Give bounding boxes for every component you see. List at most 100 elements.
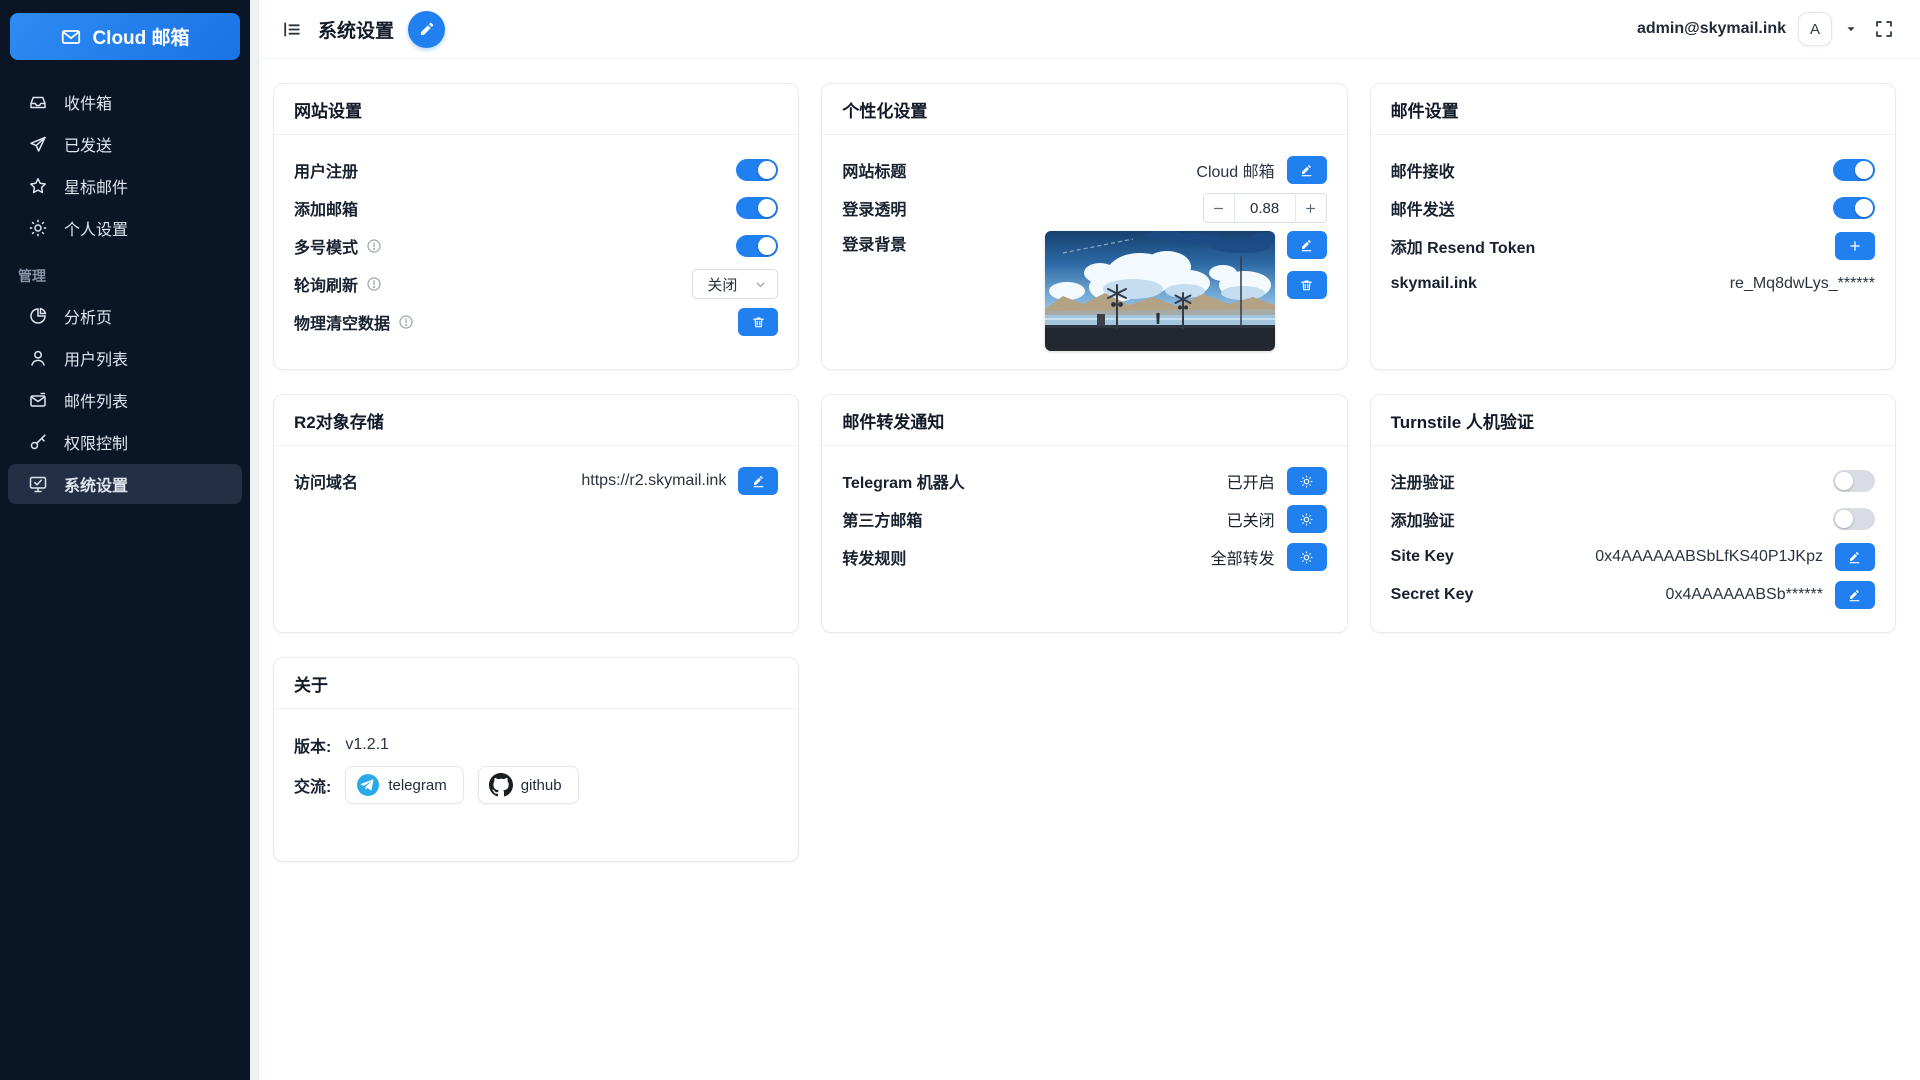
user-icon	[28, 348, 48, 368]
mail-receive-toggle[interactable]	[1833, 159, 1875, 181]
edit-site-title-button[interactable]	[1287, 156, 1327, 184]
content-area: 网站设置 用户注册 添加邮箱	[259, 59, 1920, 1080]
info-icon[interactable]	[366, 238, 382, 254]
card-about: 关于 版本: v1.2.1 交流:	[273, 657, 799, 862]
r2-domain-value: https://r2.skymail.ink	[581, 472, 726, 490]
user-email: admin@skymail.ink	[1637, 20, 1786, 38]
github-link-button[interactable]: github	[478, 766, 579, 804]
about-community-row: 交流: telegram	[294, 765, 778, 805]
main-area: 系统设置 admin@skymail.ink A	[259, 0, 1920, 1080]
sidebar-item-inbox[interactable]: 收件箱	[8, 82, 242, 122]
gear-icon	[1299, 550, 1314, 565]
app-root: Cloud 邮箱 收件箱 已发送	[0, 0, 1920, 1080]
edit-title-button[interactable]	[408, 11, 445, 48]
trash-icon	[1299, 278, 1314, 293]
delete-background-button[interactable]	[1287, 271, 1327, 299]
add-mailbox-toggle[interactable]	[736, 197, 778, 219]
sidebar-item-label: 分析页	[64, 304, 112, 328]
sidebar-item-personal-settings[interactable]: 个人设置	[8, 208, 242, 248]
edit-background-button[interactable]	[1287, 231, 1327, 259]
caret-down-icon[interactable]	[1844, 22, 1858, 36]
settings-row-polling-refresh: 轮询刷新 关闭	[294, 265, 778, 303]
sidebar-item-starred[interactable]: 星标邮件	[8, 166, 242, 206]
sidebar-item-system-settings[interactable]: 系统设置	[8, 464, 242, 504]
sidebar-item-sent[interactable]: 已发送	[8, 124, 242, 164]
card-title: 关于	[274, 658, 798, 709]
secret-key-value: 0x4AAAAAABSb******	[1666, 586, 1823, 604]
third-party-settings-button[interactable]	[1287, 505, 1327, 533]
gear-icon	[1299, 512, 1314, 527]
card-title: 邮件设置	[1371, 84, 1895, 135]
app-logo[interactable]: Cloud 邮箱	[10, 13, 240, 60]
chevron-down-icon	[754, 278, 767, 291]
plus-button[interactable]	[1295, 194, 1326, 222]
site-title-value: Cloud 邮箱	[1196, 158, 1274, 182]
sidebar-item-label: 邮件列表	[64, 388, 128, 412]
telegram-bot-settings-button[interactable]	[1287, 467, 1327, 495]
settings-row-secret-key: Secret Key 0x4AAAAAABSb******	[1391, 576, 1875, 614]
mail-list-icon	[28, 390, 48, 410]
trash-icon	[751, 315, 766, 330]
sidebar: Cloud 邮箱 收件箱 已发送	[0, 0, 250, 1080]
settings-row-user-register: 用户注册	[294, 151, 778, 189]
settings-row-mail-receive: 邮件接收	[1391, 151, 1875, 189]
edit-secret-key-button[interactable]	[1835, 581, 1875, 609]
minus-button[interactable]	[1204, 194, 1235, 222]
add-verify-toggle[interactable]	[1833, 508, 1875, 530]
site-key-value: 0x4AAAAAABSbLfKS40P1JKpz	[1595, 548, 1823, 566]
settings-row-add-verify: 添加验证	[1391, 500, 1875, 538]
settings-row-telegram-bot: Telegram 机器人 已开启	[842, 462, 1326, 500]
edit-site-key-button[interactable]	[1835, 543, 1875, 571]
avatar[interactable]: A	[1798, 12, 1832, 46]
sidebar-scrollbar[interactable]	[250, 0, 259, 1080]
sidebar-item-mail-list[interactable]: 邮件列表	[8, 380, 242, 420]
gear-icon	[28, 218, 48, 238]
send-icon	[28, 134, 48, 154]
card-forward-notify: 邮件转发通知 Telegram 机器人 已开启	[821, 394, 1347, 633]
forward-rules-settings-button[interactable]	[1287, 543, 1327, 571]
key-icon	[28, 432, 48, 452]
telegram-link-button[interactable]: telegram	[345, 766, 463, 804]
user-register-toggle[interactable]	[736, 159, 778, 181]
app-logo-label: Cloud 邮箱	[92, 23, 189, 50]
sidebar-item-label: 收件箱	[64, 90, 112, 114]
card-title: 邮件转发通知	[822, 395, 1346, 446]
forward-rules-status: 全部转发	[1211, 545, 1275, 569]
multi-account-toggle[interactable]	[736, 235, 778, 257]
add-resend-token-button[interactable]	[1835, 232, 1875, 260]
login-background-image[interactable]	[1045, 231, 1275, 351]
card-site-settings: 网站设置 用户注册 添加邮箱	[273, 83, 799, 370]
info-icon[interactable]	[398, 314, 414, 330]
sidebar-item-user-list[interactable]: 用户列表	[8, 338, 242, 378]
collapse-sidebar-icon[interactable]	[281, 19, 302, 40]
gear-icon	[1299, 474, 1314, 489]
login-opacity-value[interactable]: 0.88	[1235, 194, 1295, 222]
inbox-icon	[28, 92, 48, 112]
info-icon[interactable]	[366, 276, 382, 292]
login-opacity-stepper: 0.88	[1203, 193, 1327, 223]
telegram-icon	[356, 773, 380, 797]
edit-icon	[1847, 550, 1862, 565]
sidebar-item-permissions[interactable]: 权限控制	[8, 422, 242, 462]
sidebar-item-label: 权限控制	[64, 430, 128, 454]
sidebar-item-analytics[interactable]: 分析页	[8, 296, 242, 336]
settings-row-add-resend-token: 添加 Resend Token	[1391, 227, 1875, 265]
settings-row-site-key: Site Key 0x4AAAAAABSbLfKS40P1JKpz	[1391, 538, 1875, 576]
settings-row-register-verify: 注册验证	[1391, 462, 1875, 500]
settings-row-resend-token: skymail.ink re_Mq8dwLys_******	[1391, 265, 1875, 303]
sidebar-item-label: 已发送	[64, 132, 112, 156]
third-party-status: 已关闭	[1227, 507, 1275, 531]
register-verify-toggle[interactable]	[1833, 470, 1875, 492]
github-icon	[489, 773, 513, 797]
purge-data-button[interactable]	[738, 308, 778, 336]
settings-row-site-title: 网站标题 Cloud 邮箱	[842, 151, 1326, 189]
edit-r2-domain-button[interactable]	[738, 467, 778, 495]
sidebar-nav: 收件箱 已发送 星标邮件	[0, 80, 250, 506]
about-version-row: 版本: v1.2.1	[294, 725, 778, 765]
fullscreen-icon[interactable]	[1874, 19, 1894, 39]
star-icon	[28, 176, 48, 196]
sidebar-item-label: 星标邮件	[64, 174, 128, 198]
polling-refresh-select[interactable]: 关闭	[692, 269, 778, 299]
edit-icon	[1299, 238, 1314, 253]
mail-send-toggle[interactable]	[1833, 197, 1875, 219]
